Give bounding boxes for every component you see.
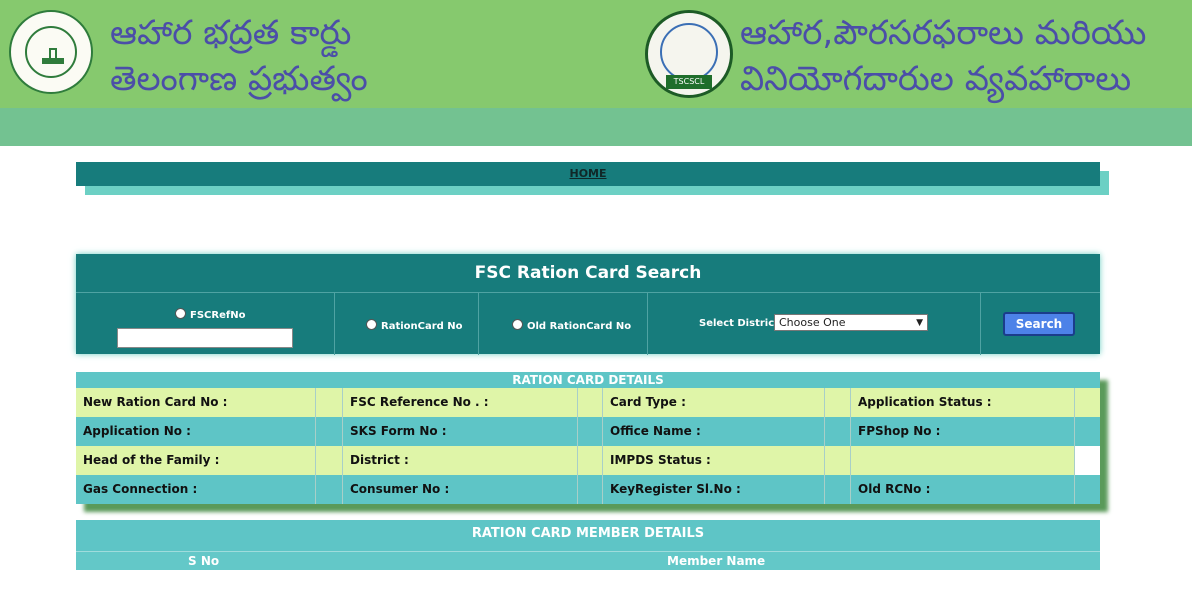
district-select[interactable]: Choose One ▼: [774, 314, 928, 331]
fscrefno-radio[interactable]: [175, 308, 186, 319]
application-status-value: [1075, 388, 1100, 417]
fsc-reference-no-value: [578, 388, 603, 417]
card-type-label: Card Type :: [603, 388, 825, 417]
keyregister-slno-value: [825, 475, 851, 504]
site-header: ఆహార భద్రత కార్డు తెలంగాణ ప్రభుత్వం TSCS…: [0, 0, 1192, 146]
office-name-value: [825, 417, 851, 446]
title-right-line1: ఆహార,పౌరసరఫరాలు మరియు: [740, 13, 1147, 53]
card-type-value: [825, 388, 851, 417]
ration-card-search-panel: FSC Ration Card Search FSCRefNo RationCa…: [76, 254, 1100, 355]
fscrefno-label: FSCRefNo: [190, 310, 246, 321]
district-field-label: District :: [343, 446, 578, 475]
nav-bar: HOME: [76, 162, 1100, 186]
old-rationcard-no-radio[interactable]: [512, 319, 523, 330]
details-row: New Ration Card No : FSC Reference No . …: [76, 388, 1100, 417]
district-selected-value: Choose One: [779, 316, 846, 329]
members-title: RATION CARD MEMBER DETAILS: [471, 526, 705, 541]
ration-card-member-details: RATION CARD MEMBER DETAILS S No Member N…: [76, 520, 1100, 570]
title-left-line1: ఆహార భద్రత కార్డు: [110, 13, 352, 53]
sno-column-header: S No: [188, 554, 220, 568]
head-of-family-label: Head of the Family :: [76, 446, 316, 475]
details-title: RATION CARD DETAILS: [76, 372, 1100, 388]
old-rcno-value: [1075, 475, 1100, 504]
ration-card-details: RATION CARD DETAILS New Ration Card No :…: [76, 372, 1100, 504]
chevron-down-icon: ▼: [916, 318, 923, 328]
empty-value: [1075, 446, 1100, 475]
fscrefno-input[interactable]: [117, 328, 293, 348]
head-of-family-value: [316, 446, 343, 475]
title-right-line2: వినియోగదారుల వ్యవహారాలు: [740, 59, 1132, 99]
fscrefno-cell: FSCRefNo: [76, 293, 335, 355]
sks-form-no-label: SKS Form No :: [343, 417, 578, 446]
search-row: FSCRefNo RationCard No Old RationCard No…: [76, 292, 1100, 355]
old-rationcard-no-label: Old RationCard No: [527, 321, 632, 332]
application-status-label: Application Status :: [851, 388, 1075, 417]
rationcard-no-radio[interactable]: [366, 319, 377, 330]
application-no-value: [316, 417, 343, 446]
tscscl-logo-icon: TSCSCL: [645, 10, 733, 98]
fpshop-no-label: FPShop No :: [851, 417, 1075, 446]
details-row: Head of the Family : District : IMPDS St…: [76, 446, 1100, 475]
keyregister-slno-label: KeyRegister Sl.No :: [603, 475, 825, 504]
impds-status-value: [825, 446, 851, 475]
details-row: Gas Connection : Consumer No : KeyRegist…: [76, 475, 1100, 504]
gas-connection-label: Gas Connection :: [76, 475, 316, 504]
fpshop-no-value: [1075, 417, 1100, 446]
rationcard-no-cell: RationCard No: [335, 293, 479, 355]
home-link[interactable]: HOME: [76, 167, 1100, 180]
old-rcno-label: Old RCNo :: [851, 475, 1075, 504]
member-name-column-header: Member Name: [667, 554, 766, 568]
site-title-right: ఆహార,పౌరసరఫరాలు మరియు వినియోగదారుల వ్యవహ…: [740, 10, 1146, 102]
rationcard-no-label: RationCard No: [381, 321, 463, 332]
title-left-line2: తెలంగాణ ప్రభుత్వం: [110, 59, 368, 99]
sks-form-no-value: [578, 417, 603, 446]
new-ration-card-no-value: [316, 388, 343, 417]
search-title: FSC Ration Card Search: [474, 263, 702, 283]
application-no-label: Application No :: [76, 417, 316, 446]
old-rationcard-no-cell: Old RationCard No: [479, 293, 648, 355]
telangana-emblem-icon: [9, 10, 93, 94]
site-title-left: ఆహార భద్రత కార్డు తెలంగాణ ప్రభుత్వం: [110, 10, 368, 102]
empty-label: [851, 446, 1075, 475]
district-field-value: [578, 446, 603, 475]
details-row: Application No : SKS Form No : Office Na…: [76, 417, 1100, 446]
office-name-label: Office Name :: [603, 417, 825, 446]
consumer-no-value: [578, 475, 603, 504]
gas-connection-value: [316, 475, 343, 504]
members-header-row: S No Member Name: [76, 551, 1100, 570]
tscscl-logo-text: TSCSCL: [666, 75, 712, 89]
impds-status-label: IMPDS Status :: [603, 446, 825, 475]
consumer-no-label: Consumer No :: [343, 475, 578, 504]
fsc-reference-no-label: FSC Reference No . :: [343, 388, 578, 417]
search-button[interactable]: Search: [1003, 312, 1075, 336]
new-ration-card-no-label: New Ration Card No :: [76, 388, 316, 417]
